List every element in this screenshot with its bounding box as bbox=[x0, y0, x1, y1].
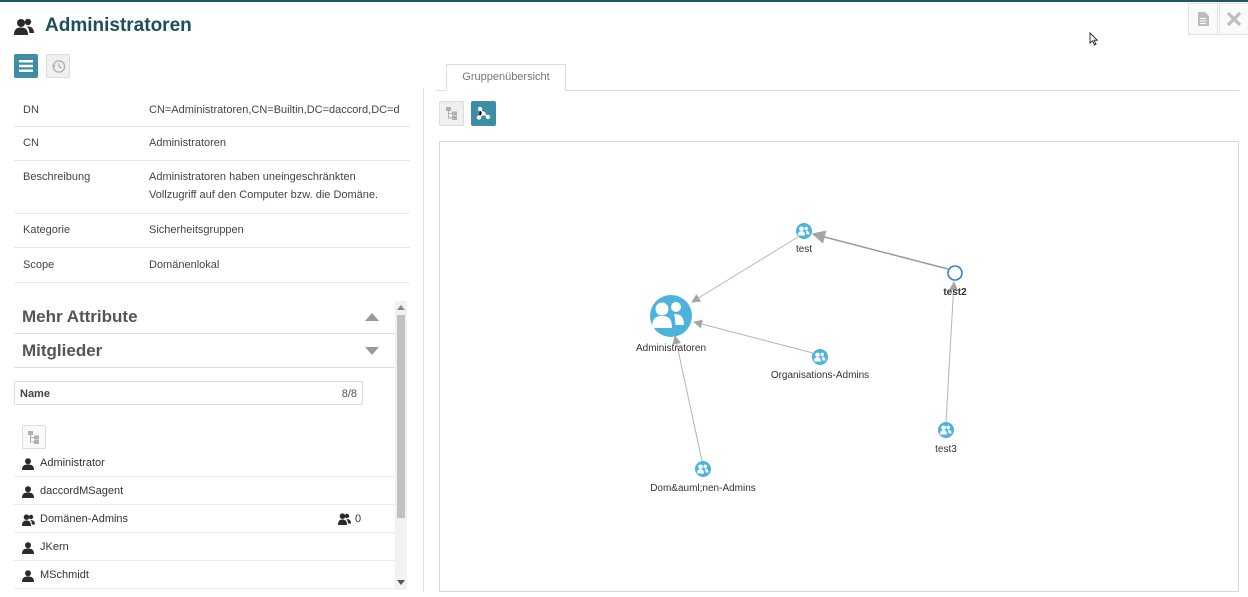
tree-icon bbox=[445, 107, 457, 120]
members-scrollbar[interactable] bbox=[395, 301, 407, 590]
attr-key: Kategorie bbox=[23, 224, 71, 236]
attr-row-dn: DN CN=Administratoren,CN=Builtin,DC=dacc… bbox=[14, 94, 410, 127]
members-header[interactable]: Mitglieder bbox=[22, 341, 102, 361]
member-count: 8/8 bbox=[341, 388, 357, 400]
attr-row-beschreibung: Beschreibung Administratoren haben unein… bbox=[14, 161, 410, 214]
group-member-count: 0 bbox=[338, 513, 361, 525]
attr-key: DN bbox=[23, 104, 39, 116]
graph-node-test[interactable]: test bbox=[796, 223, 812, 255]
page-title: Administratoren bbox=[45, 15, 192, 36]
graph-node-organisations-admins[interactable]: Organisations-Admins bbox=[771, 349, 869, 381]
attr-key: Scope bbox=[23, 259, 55, 271]
chevron-up-icon[interactable] bbox=[365, 313, 379, 321]
scroll-up-arrow-icon[interactable] bbox=[397, 305, 405, 310]
graph-node-label: Organisations-Admins bbox=[771, 370, 869, 381]
attr-row-kategorie: Kategorie Sicherheitsgruppen bbox=[14, 214, 410, 248]
tab-baseline bbox=[436, 90, 446, 91]
graph-edge bbox=[691, 236, 799, 303]
graph-view-button[interactable] bbox=[471, 101, 496, 126]
graph-node-label: test3 bbox=[935, 444, 957, 455]
history-view-button[interactable] bbox=[46, 54, 70, 78]
attr-row-cn: CN Administratoren bbox=[14, 127, 410, 161]
scroll-down-arrow-icon[interactable] bbox=[397, 580, 405, 585]
name-column-header[interactable]: Name 8/8 bbox=[14, 381, 363, 405]
name-header-label: Name bbox=[20, 388, 50, 400]
member-row[interactable]: JKern bbox=[14, 533, 396, 561]
member-name: MSchmidt bbox=[40, 569, 89, 581]
member-name: Domänen-Admins bbox=[40, 513, 129, 525]
close-icon bbox=[1226, 11, 1242, 27]
graph-edge bbox=[693, 319, 814, 354]
group-icon bbox=[338, 513, 351, 525]
graph-node-administratoren[interactable]: Administratoren bbox=[636, 295, 706, 354]
member-row[interactable]: MSchmidt bbox=[14, 561, 396, 589]
panel-divider bbox=[423, 88, 424, 592]
attr-value: Administratoren haben uneingeschränkten … bbox=[149, 171, 379, 201]
member-row[interactable]: daccordMSagent bbox=[14, 477, 396, 505]
attribute-table: DN CN=Administratoren,CN=Builtin,DC=dacc… bbox=[14, 94, 410, 283]
divider bbox=[14, 367, 396, 368]
member-name: JKern bbox=[40, 541, 69, 553]
user-icon bbox=[22, 542, 34, 554]
attr-row-scope: Scope Domänenlokal bbox=[14, 248, 410, 283]
member-row[interactable]: Domänen-Admins 0 bbox=[14, 505, 396, 533]
graph-node-label: Administratoren bbox=[636, 343, 706, 354]
scrollbar-thumb[interactable] bbox=[397, 315, 405, 518]
graph-edge bbox=[811, 230, 949, 270]
graph-edge bbox=[945, 281, 959, 423]
attr-value: CN=Administratoren,CN=Builtin,DC=daccord… bbox=[149, 104, 400, 116]
history-icon bbox=[50, 59, 65, 73]
tree-icon bbox=[28, 430, 39, 444]
attr-value: Domänenlokal bbox=[149, 259, 220, 271]
attr-key: Beschreibung bbox=[23, 171, 91, 183]
chevron-down-icon[interactable] bbox=[365, 347, 379, 355]
more-attributes-header[interactable]: Mehr Attribute bbox=[22, 307, 138, 327]
list-icon bbox=[19, 60, 33, 72]
graph-node-test3[interactable]: test3 bbox=[935, 422, 957, 455]
group-graph[interactable]: Administratoren test test2 Organisations… bbox=[440, 142, 1239, 592]
tab-baseline bbox=[566, 90, 1239, 91]
member-row[interactable]: Administrator bbox=[14, 449, 396, 477]
document-icon bbox=[1198, 12, 1209, 26]
top-accent-line bbox=[0, 0, 1248, 2]
tab-gruppenuebersicht[interactable]: Gruppenübersicht bbox=[446, 64, 566, 91]
user-icon bbox=[22, 570, 34, 582]
members-scroll-panel[interactable]: Mehr Attribute Mitglieder Name 8/8 Admin… bbox=[14, 301, 408, 590]
graph-node-label: test bbox=[796, 244, 812, 255]
graph-node-domaenen-admins[interactable]: Dom&auml;nen-Admins bbox=[650, 461, 756, 494]
graph-edge bbox=[672, 335, 703, 462]
member-name: daccordMSagent bbox=[40, 485, 124, 497]
close-button[interactable] bbox=[1219, 3, 1248, 35]
member-name: Administrator bbox=[40, 457, 105, 469]
graph-node-label: test2 bbox=[943, 287, 967, 298]
network-graph-icon bbox=[476, 106, 491, 120]
list-view-button[interactable] bbox=[14, 54, 38, 78]
graph-node-label: Dom&auml;nen-Admins bbox=[650, 483, 756, 494]
document-button[interactable] bbox=[1188, 3, 1218, 35]
mouse-cursor-icon bbox=[1089, 32, 1099, 46]
attr-key: CN bbox=[23, 137, 39, 149]
graph-node-test2[interactable]: test2 bbox=[943, 265, 967, 298]
tree-view-button[interactable] bbox=[439, 101, 464, 126]
group-icon bbox=[14, 18, 34, 35]
group-graph-canvas[interactable]: Administratoren test test2 Organisations… bbox=[439, 141, 1239, 592]
user-icon bbox=[22, 458, 34, 470]
tree-toggle-button[interactable] bbox=[22, 425, 46, 449]
user-icon bbox=[22, 486, 34, 498]
group-member-count-value: 0 bbox=[355, 513, 362, 525]
attr-value: Sicherheitsgruppen bbox=[149, 224, 244, 236]
attr-value: Administratoren bbox=[149, 137, 227, 149]
divider bbox=[14, 333, 396, 334]
group-icon bbox=[22, 514, 35, 526]
